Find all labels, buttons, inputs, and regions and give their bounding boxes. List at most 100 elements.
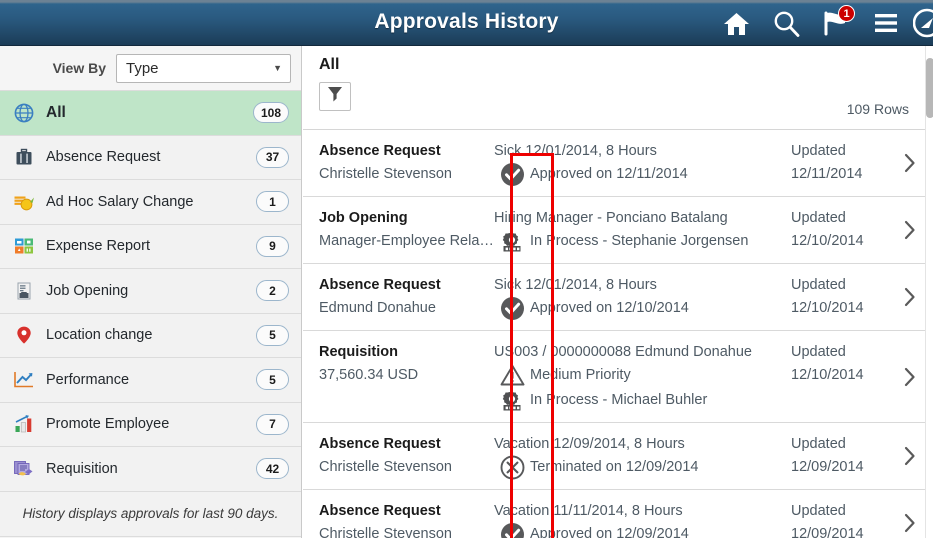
approved-check-icon <box>494 296 530 321</box>
table-row[interactable]: Job Opening Manager-Employee Relati... H… <box>303 197 925 264</box>
row-updated-label: Updated <box>791 344 846 360</box>
table-row[interactable]: Absence Request Edmund Donahue Sick 12/0… <box>303 264 925 331</box>
funnel-icon <box>327 85 343 108</box>
history-note: History displays approvals for last 90 d… <box>0 491 301 537</box>
bar-chart-up-icon <box>11 412 37 436</box>
row-updated-date: 12/10/2014 <box>791 233 864 249</box>
sidebar-item-promote-employee[interactable]: Promote Employee 7 <box>0 402 301 447</box>
row-updated-label: Updated <box>791 503 846 519</box>
table-row[interactable]: Absence Request Christelle Stevenson Sic… <box>303 130 925 197</box>
chevron-right-icon[interactable] <box>895 206 925 254</box>
terminated-x-icon <box>494 455 530 480</box>
sidebar-item-label: All <box>46 103 66 121</box>
sidebar-item-location-change[interactable]: Location change 5 <box>0 313 301 358</box>
view-by-label: View By <box>52 60 106 76</box>
row-updated-date: 12/09/2014 <box>791 526 864 538</box>
sidebar-item-expense-report[interactable]: Expense Report 9 <box>0 224 301 269</box>
row-left: Requisition 37,560.34 USD <box>319 340 494 413</box>
row-status: Approved on 12/10/2014 <box>494 296 791 321</box>
vertical-scrollbar[interactable] <box>925 46 933 538</box>
sidebar-item-label: Job Opening <box>46 282 129 299</box>
filter-button[interactable] <box>319 82 351 111</box>
row-detail: Vacation 12/09/2014, 8 Hours <box>494 436 685 452</box>
expense-grid-icon <box>11 234 37 258</box>
row-status-text: Medium Priority <box>530 367 631 383</box>
chevron-down-icon: ▼ <box>273 63 282 73</box>
row-right: Updated 12/10/2014 <box>791 273 895 321</box>
sidebar-item-requisition[interactable]: Requisition 42 <box>0 447 301 492</box>
row-right: Updated 12/11/2014 <box>791 139 895 187</box>
sidebar-item-count: 37 <box>256 146 289 168</box>
table-row[interactable]: Absence Request Christelle Stevenson Vac… <box>303 423 925 490</box>
actions-menu-icon[interactable] <box>861 0 911 46</box>
row-detail: Vacation 11/11/2014, 8 Hours <box>494 503 683 519</box>
row-middle: Vacation 11/11/2014, 8 Hours Approved on… <box>494 499 791 538</box>
row-status: Medium Priority <box>494 363 791 388</box>
map-pin-icon <box>11 323 37 347</box>
table-row[interactable]: Absence Request Christelle Stevenson Vac… <box>303 490 925 538</box>
sidebar-item-count: 5 <box>256 369 289 391</box>
row-status-text: In Process - Michael Buhler <box>530 392 708 408</box>
home-icon[interactable] <box>711 0 761 46</box>
scrollbar-thumb[interactable] <box>926 58 933 118</box>
row-subject: Christelle Stevenson <box>319 459 452 475</box>
requisition-pages-icon <box>11 457 37 481</box>
row-updated-date: 12/09/2014 <box>791 459 864 475</box>
row-middle: Vacation 12/09/2014, 8 Hours Terminated … <box>494 432 791 480</box>
sidebar-item-absence-request[interactable]: Absence Request 37 <box>0 135 301 180</box>
row-updated-label: Updated <box>791 210 846 226</box>
row-updated-label: Updated <box>791 436 846 452</box>
chevron-right-icon[interactable] <box>895 273 925 321</box>
money-coins-icon <box>11 190 37 214</box>
notification-badge: 1 <box>838 5 855 22</box>
row-left: Job Opening Manager-Employee Relati... <box>319 206 494 254</box>
app-header: Approvals History 1 <box>0 0 933 46</box>
search-icon[interactable] <box>761 0 811 46</box>
row-status: In Process - Michael Buhler <box>494 388 791 413</box>
row-subject: Edmund Donahue <box>319 300 436 316</box>
sidebar-item-all[interactable]: All 108 <box>0 91 301 136</box>
sidebar-item-label: Expense Report <box>46 238 150 255</box>
row-status: Approved on 12/09/2014 <box>494 522 791 538</box>
notifications-flag-icon[interactable]: 1 <box>811 0 861 46</box>
row-type: Requisition <box>319 344 398 360</box>
row-middle: Sick 12/01/2014, 8 Hours Approved on 12/… <box>494 273 791 321</box>
row-updated-date: 12/10/2014 <box>791 300 864 316</box>
sidebar-item-count: 7 <box>256 413 289 435</box>
approved-check-icon <box>494 522 530 538</box>
sidebar-item-label: Performance <box>46 371 130 388</box>
row-subject: Manager-Employee Relati... <box>319 233 494 249</box>
sidebar-item-label: Location change <box>46 327 153 344</box>
view-by-row: View By Type ▼ <box>0 46 301 91</box>
row-status: Approved on 12/11/2014 <box>494 162 791 187</box>
list-title: All <box>319 56 340 73</box>
row-right: Updated 12/10/2014 <box>791 206 895 254</box>
chevron-right-icon[interactable] <box>895 340 925 413</box>
sidebar-item-performance[interactable]: Performance 5 <box>0 358 301 403</box>
row-left: Absence Request Edmund Donahue <box>319 273 494 321</box>
chevron-right-icon[interactable] <box>895 432 925 480</box>
row-detail: Hiring Manager - Ponciano Batalang <box>494 210 728 226</box>
sidebar-item-count: 9 <box>256 235 289 257</box>
briefcase-icon <box>11 145 37 169</box>
row-middle: US003 / 0000000088 Edmund Donahue Medium… <box>494 340 791 413</box>
view-by-select[interactable]: Type ▼ <box>116 53 291 83</box>
chevron-right-icon[interactable] <box>895 499 925 538</box>
sidebar-item-ad-hoc-salary-change[interactable]: Ad Hoc Salary Change 1 <box>0 180 301 225</box>
sidebar-item-count: 108 <box>252 102 289 124</box>
navbar-icon[interactable] <box>911 0 933 46</box>
row-subject: Christelle Stevenson <box>319 166 452 182</box>
row-type: Absence Request <box>319 277 441 293</box>
job-document-icon <box>11 279 37 303</box>
line-chart-icon <box>11 368 37 392</box>
table-row[interactable]: Requisition 37,560.34 USD US003 / 000000… <box>303 331 925 423</box>
row-updated-label: Updated <box>791 277 846 293</box>
sidebar-item-label: Absence Request <box>46 149 161 166</box>
row-updated-date: 12/11/2014 <box>791 166 863 182</box>
row-type: Job Opening <box>319 210 408 226</box>
row-type: Absence Request <box>319 503 441 519</box>
main-content: All 109 Rows Absence Request Christelle … <box>303 46 925 538</box>
approvals-list: Absence Request Christelle Stevenson Sic… <box>303 129 925 538</box>
chevron-right-icon[interactable] <box>895 139 925 187</box>
sidebar-item-job-opening[interactable]: Job Opening 2 <box>0 269 301 314</box>
